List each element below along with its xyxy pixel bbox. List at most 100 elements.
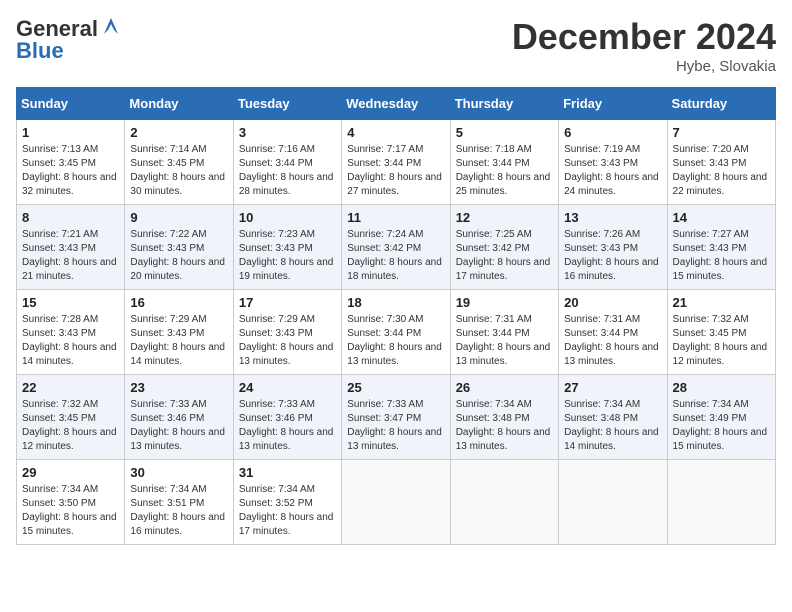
day-number: 27 <box>564 380 661 395</box>
day-number: 22 <box>22 380 119 395</box>
day-number: 25 <box>347 380 444 395</box>
logo-icon <box>100 16 122 38</box>
calendar-cell: 14 Sunrise: 7:27 AMSunset: 3:43 PMDaylig… <box>667 205 775 290</box>
day-info: Sunrise: 7:14 AMSunset: 3:45 PMDaylight:… <box>130 144 225 197</box>
month-title: December 2024 <box>512 16 776 58</box>
calendar-cell: 6 Sunrise: 7:19 AMSunset: 3:43 PMDayligh… <box>559 120 667 205</box>
day-info: Sunrise: 7:16 AMSunset: 3:44 PMDaylight:… <box>239 144 334 197</box>
day-number: 4 <box>347 125 444 140</box>
calendar-week-row: 8 Sunrise: 7:21 AMSunset: 3:43 PMDayligh… <box>17 205 776 290</box>
day-info: Sunrise: 7:34 AMSunset: 3:48 PMDaylight:… <box>456 399 551 452</box>
day-number: 7 <box>673 125 770 140</box>
day-number: 31 <box>239 465 336 480</box>
day-info: Sunrise: 7:30 AMSunset: 3:44 PMDaylight:… <box>347 314 442 367</box>
calendar-week-row: 15 Sunrise: 7:28 AMSunset: 3:43 PMDaylig… <box>17 290 776 375</box>
page-header: General Blue December 2024 Hybe, Slovaki… <box>16 16 776 75</box>
calendar-cell: 24 Sunrise: 7:33 AMSunset: 3:46 PMDaylig… <box>233 375 341 460</box>
calendar-cell: 17 Sunrise: 7:29 AMSunset: 3:43 PMDaylig… <box>233 290 341 375</box>
calendar-cell <box>559 460 667 545</box>
calendar-cell: 8 Sunrise: 7:21 AMSunset: 3:43 PMDayligh… <box>17 205 125 290</box>
calendar-cell: 5 Sunrise: 7:18 AMSunset: 3:44 PMDayligh… <box>450 120 558 205</box>
calendar-week-row: 29 Sunrise: 7:34 AMSunset: 3:50 PMDaylig… <box>17 460 776 545</box>
col-thursday: Thursday <box>450 88 558 120</box>
calendar-cell: 18 Sunrise: 7:30 AMSunset: 3:44 PMDaylig… <box>342 290 450 375</box>
calendar-header-row: Sunday Monday Tuesday Wednesday Thursday… <box>17 88 776 120</box>
day-number: 28 <box>673 380 770 395</box>
day-info: Sunrise: 7:17 AMSunset: 3:44 PMDaylight:… <box>347 144 442 197</box>
day-number: 19 <box>456 295 553 310</box>
day-info: Sunrise: 7:34 AMSunset: 3:48 PMDaylight:… <box>564 399 659 452</box>
calendar-cell: 12 Sunrise: 7:25 AMSunset: 3:42 PMDaylig… <box>450 205 558 290</box>
calendar-cell: 10 Sunrise: 7:23 AMSunset: 3:43 PMDaylig… <box>233 205 341 290</box>
day-number: 30 <box>130 465 227 480</box>
day-number: 5 <box>456 125 553 140</box>
day-info: Sunrise: 7:31 AMSunset: 3:44 PMDaylight:… <box>456 314 551 367</box>
day-info: Sunrise: 7:34 AMSunset: 3:50 PMDaylight:… <box>22 484 117 537</box>
calendar-cell: 26 Sunrise: 7:34 AMSunset: 3:48 PMDaylig… <box>450 375 558 460</box>
calendar-cell: 28 Sunrise: 7:34 AMSunset: 3:49 PMDaylig… <box>667 375 775 460</box>
day-number: 13 <box>564 210 661 225</box>
day-info: Sunrise: 7:21 AMSunset: 3:43 PMDaylight:… <box>22 229 117 282</box>
calendar-cell: 2 Sunrise: 7:14 AMSunset: 3:45 PMDayligh… <box>125 120 233 205</box>
day-number: 9 <box>130 210 227 225</box>
day-number: 10 <box>239 210 336 225</box>
day-info: Sunrise: 7:25 AMSunset: 3:42 PMDaylight:… <box>456 229 551 282</box>
day-info: Sunrise: 7:23 AMSunset: 3:43 PMDaylight:… <box>239 229 334 282</box>
day-info: Sunrise: 7:32 AMSunset: 3:45 PMDaylight:… <box>673 314 768 367</box>
calendar-cell: 13 Sunrise: 7:26 AMSunset: 3:43 PMDaylig… <box>559 205 667 290</box>
day-info: Sunrise: 7:29 AMSunset: 3:43 PMDaylight:… <box>239 314 334 367</box>
day-info: Sunrise: 7:22 AMSunset: 3:43 PMDaylight:… <box>130 229 225 282</box>
day-info: Sunrise: 7:33 AMSunset: 3:46 PMDaylight:… <box>130 399 225 452</box>
calendar-cell: 29 Sunrise: 7:34 AMSunset: 3:50 PMDaylig… <box>17 460 125 545</box>
calendar-cell: 25 Sunrise: 7:33 AMSunset: 3:47 PMDaylig… <box>342 375 450 460</box>
calendar-cell: 22 Sunrise: 7:32 AMSunset: 3:45 PMDaylig… <box>17 375 125 460</box>
col-friday: Friday <box>559 88 667 120</box>
day-info: Sunrise: 7:20 AMSunset: 3:43 PMDaylight:… <box>673 144 768 197</box>
calendar-cell: 23 Sunrise: 7:33 AMSunset: 3:46 PMDaylig… <box>125 375 233 460</box>
calendar-cell <box>450 460 558 545</box>
day-info: Sunrise: 7:32 AMSunset: 3:45 PMDaylight:… <box>22 399 117 452</box>
day-number: 16 <box>130 295 227 310</box>
calendar-cell: 19 Sunrise: 7:31 AMSunset: 3:44 PMDaylig… <box>450 290 558 375</box>
calendar-cell: 1 Sunrise: 7:13 AMSunset: 3:45 PMDayligh… <box>17 120 125 205</box>
calendar-cell: 15 Sunrise: 7:28 AMSunset: 3:43 PMDaylig… <box>17 290 125 375</box>
day-number: 2 <box>130 125 227 140</box>
calendar-cell: 4 Sunrise: 7:17 AMSunset: 3:44 PMDayligh… <box>342 120 450 205</box>
day-info: Sunrise: 7:33 AMSunset: 3:46 PMDaylight:… <box>239 399 334 452</box>
calendar-cell: 27 Sunrise: 7:34 AMSunset: 3:48 PMDaylig… <box>559 375 667 460</box>
calendar-cell: 30 Sunrise: 7:34 AMSunset: 3:51 PMDaylig… <box>125 460 233 545</box>
day-info: Sunrise: 7:34 AMSunset: 3:52 PMDaylight:… <box>239 484 334 537</box>
day-number: 24 <box>239 380 336 395</box>
calendar-cell <box>667 460 775 545</box>
day-info: Sunrise: 7:13 AMSunset: 3:45 PMDaylight:… <box>22 144 117 197</box>
day-info: Sunrise: 7:27 AMSunset: 3:43 PMDaylight:… <box>673 229 768 282</box>
day-number: 18 <box>347 295 444 310</box>
calendar-cell: 9 Sunrise: 7:22 AMSunset: 3:43 PMDayligh… <box>125 205 233 290</box>
day-info: Sunrise: 7:34 AMSunset: 3:51 PMDaylight:… <box>130 484 225 537</box>
col-tuesday: Tuesday <box>233 88 341 120</box>
day-number: 29 <box>22 465 119 480</box>
title-block: December 2024 Hybe, Slovakia <box>512 16 776 75</box>
calendar-cell: 16 Sunrise: 7:29 AMSunset: 3:43 PMDaylig… <box>125 290 233 375</box>
col-saturday: Saturday <box>667 88 775 120</box>
day-info: Sunrise: 7:28 AMSunset: 3:43 PMDaylight:… <box>22 314 117 367</box>
calendar-week-row: 22 Sunrise: 7:32 AMSunset: 3:45 PMDaylig… <box>17 375 776 460</box>
day-number: 12 <box>456 210 553 225</box>
calendar-cell: 31 Sunrise: 7:34 AMSunset: 3:52 PMDaylig… <box>233 460 341 545</box>
day-number: 15 <box>22 295 119 310</box>
day-number: 21 <box>673 295 770 310</box>
day-number: 11 <box>347 210 444 225</box>
calendar-cell: 7 Sunrise: 7:20 AMSunset: 3:43 PMDayligh… <box>667 120 775 205</box>
day-number: 14 <box>673 210 770 225</box>
col-wednesday: Wednesday <box>342 88 450 120</box>
day-info: Sunrise: 7:19 AMSunset: 3:43 PMDaylight:… <box>564 144 659 197</box>
day-info: Sunrise: 7:33 AMSunset: 3:47 PMDaylight:… <box>347 399 442 452</box>
calendar-cell <box>342 460 450 545</box>
col-sunday: Sunday <box>17 88 125 120</box>
calendar-week-row: 1 Sunrise: 7:13 AMSunset: 3:45 PMDayligh… <box>17 120 776 205</box>
col-monday: Monday <box>125 88 233 120</box>
calendar-cell: 11 Sunrise: 7:24 AMSunset: 3:42 PMDaylig… <box>342 205 450 290</box>
calendar-cell: 20 Sunrise: 7:31 AMSunset: 3:44 PMDaylig… <box>559 290 667 375</box>
day-info: Sunrise: 7:18 AMSunset: 3:44 PMDaylight:… <box>456 144 551 197</box>
day-number: 17 <box>239 295 336 310</box>
